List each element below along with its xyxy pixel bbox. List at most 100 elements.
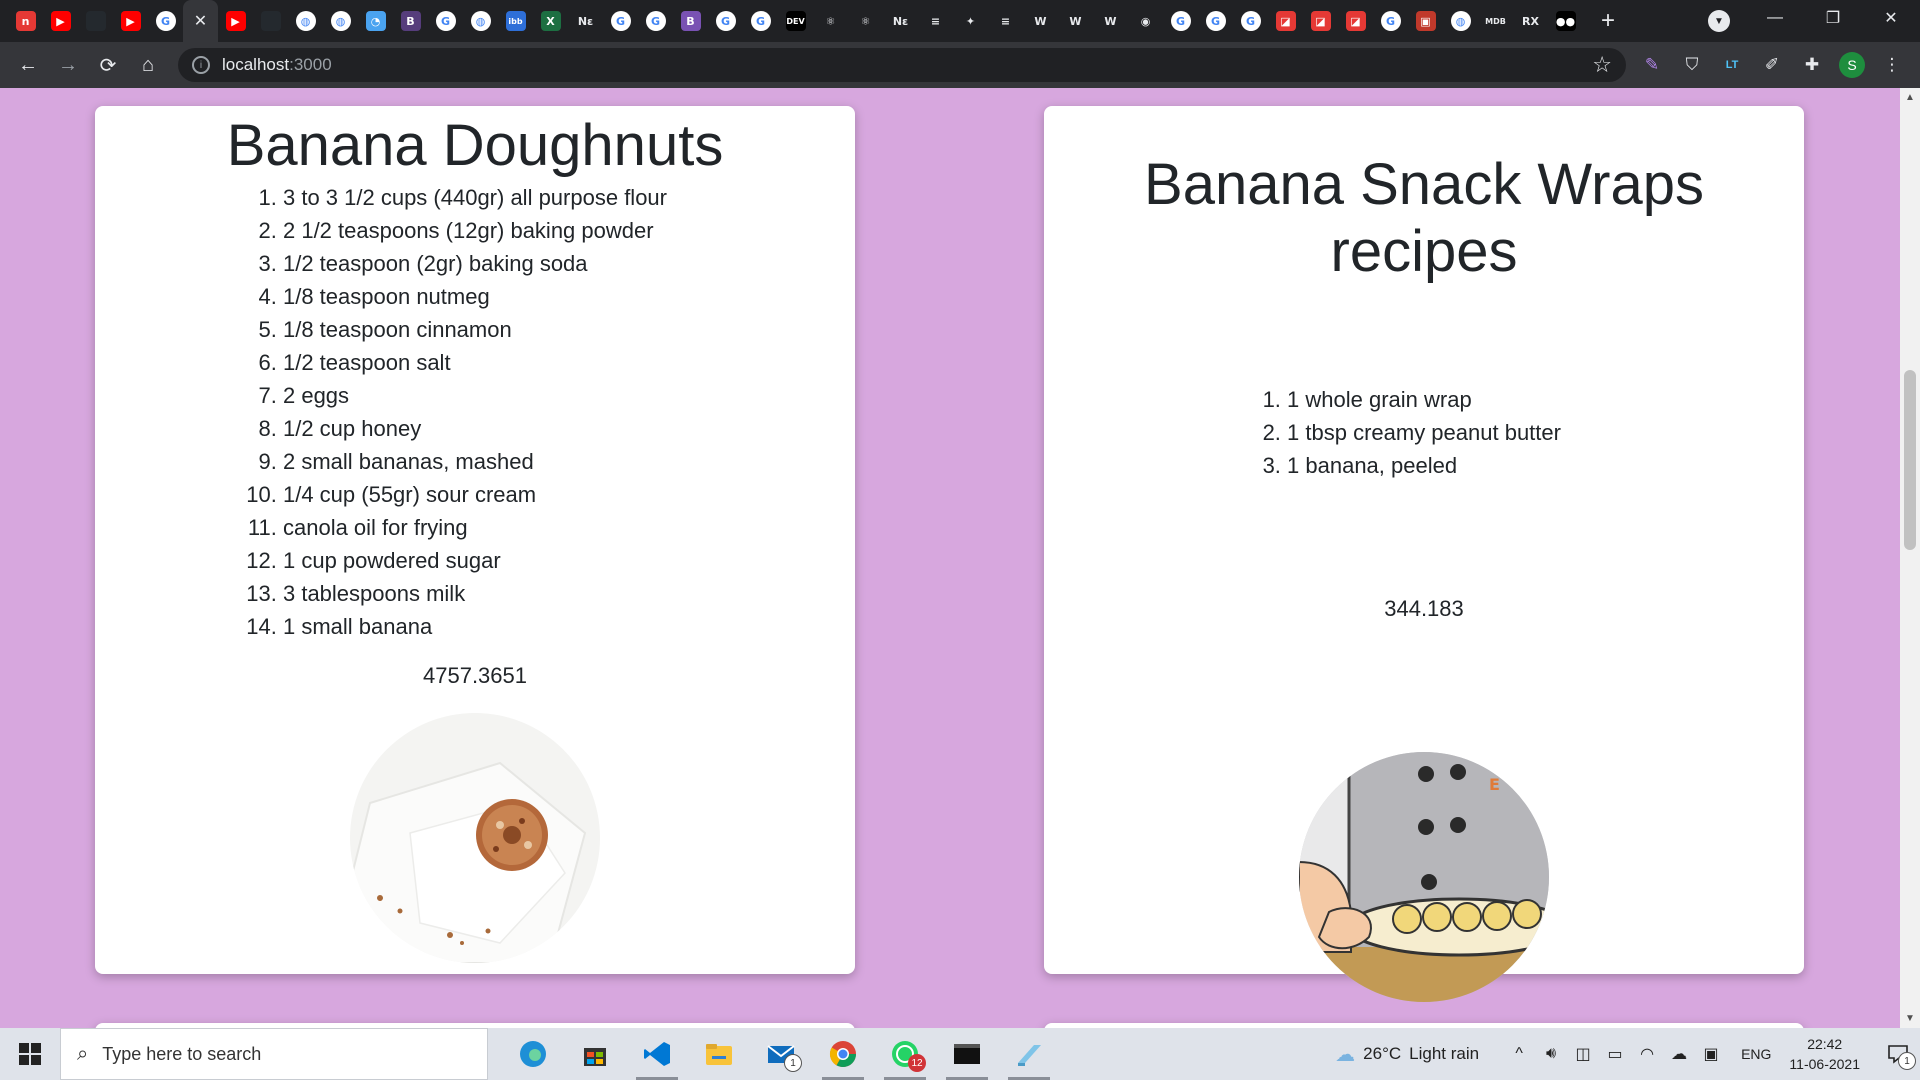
google-icon: G xyxy=(610,11,631,31)
reload-icon[interactable]: ⟳ xyxy=(88,45,128,85)
red-square-icon: ◪ xyxy=(1275,11,1296,31)
action-center-icon[interactable]: 1 xyxy=(1876,1028,1920,1080)
display-icon[interactable]: ▣ xyxy=(1695,1044,1727,1064)
browser-tab[interactable]: G xyxy=(603,0,638,42)
browser-tab[interactable]: ◍ xyxy=(288,0,323,42)
browser-tab[interactable]: ◔ xyxy=(358,0,393,42)
dev-icon: DEV xyxy=(785,11,806,31)
address-bar[interactable]: i localhost:3000 ☆ xyxy=(178,48,1626,82)
windows-start-button[interactable] xyxy=(0,1028,60,1080)
browser-tab[interactable]: X xyxy=(533,0,568,42)
browser-tab[interactable]: W xyxy=(1093,0,1128,42)
browser-tab[interactable]: ◍ xyxy=(463,0,498,42)
browser-tab[interactable]: ≡ xyxy=(918,0,953,42)
close-window-icon[interactable]: ✕ xyxy=(1862,0,1920,36)
scroll-up-arrow-icon[interactable]: ▲ xyxy=(1905,92,1915,103)
bookmark-star-icon[interactable]: ☆ xyxy=(1592,52,1612,78)
browser-tab[interactable]: ▶ xyxy=(218,0,253,42)
excel-icon: X xyxy=(540,11,561,31)
stackoverflow-icon: ≡ xyxy=(1000,14,1011,28)
taskbar-file-explorer-icon[interactable] xyxy=(688,1028,750,1080)
browser-tab[interactable]: ◪ xyxy=(1303,0,1338,42)
browser-tab[interactable]: ◪ xyxy=(1338,0,1373,42)
globe-icon: ◍ xyxy=(1450,11,1471,31)
browser-tab[interactable]: Nε xyxy=(568,0,603,42)
puzzle-extensions-icon[interactable]: ✚ xyxy=(1795,48,1829,82)
browser-tab[interactable]: ◉ xyxy=(1128,0,1163,42)
browser-tab[interactable]: ▶ xyxy=(43,0,78,42)
pen-extension-icon[interactable]: ✐ xyxy=(1755,48,1789,82)
browser-tab[interactable]: Nε xyxy=(883,0,918,42)
lt-extension-icon[interactable]: LT xyxy=(1715,48,1749,82)
taskbar-terminal-icon[interactable] xyxy=(936,1028,998,1080)
browser-tab[interactable]: G xyxy=(1373,0,1408,42)
restore-icon[interactable]: ❐ xyxy=(1804,0,1862,36)
browser-tab[interactable]: G xyxy=(638,0,673,42)
profile-avatar[interactable]: S xyxy=(1835,48,1869,82)
browser-tab[interactable]: ▶ xyxy=(113,0,148,42)
speaker-icon[interactable]: 🔊︎ xyxy=(1535,1045,1567,1063)
browser-tab[interactable]: n xyxy=(8,0,43,42)
menu-kebab-icon[interactable]: ⋮ xyxy=(1875,48,1909,82)
weather-widget[interactable]: ☁ 26°C Light rain xyxy=(1335,1042,1479,1067)
browser-tab[interactable]: G xyxy=(1233,0,1268,42)
scrollbar-thumb[interactable] xyxy=(1904,370,1916,550)
notification-count: 1 xyxy=(1898,1052,1916,1070)
browser-tab[interactable]: ⚛ xyxy=(813,0,848,42)
browser-tab[interactable]: ≡ xyxy=(988,0,1023,42)
browser-tab[interactable]: ibb xyxy=(498,0,533,42)
taskbar-whatsapp-icon[interactable]: 12 xyxy=(874,1028,936,1080)
input-language[interactable]: ENG xyxy=(1741,1046,1771,1062)
browser-tab[interactable]: ▣ xyxy=(1408,0,1443,42)
shield-extension-icon[interactable]: ⛉ xyxy=(1675,48,1709,82)
new-tab-button[interactable]: + xyxy=(1591,4,1625,38)
page-scrollbar[interactable]: ▲ ▼ xyxy=(1900,88,1920,1028)
taskbar-notepad-icon[interactable] xyxy=(998,1028,1060,1080)
tab-search-icon[interactable]: ▼ xyxy=(1708,10,1730,32)
browser-tab[interactable] xyxy=(253,0,288,42)
browser-tab[interactable]: ◍ xyxy=(1443,0,1478,42)
meet-now-icon[interactable]: ◫ xyxy=(1567,1044,1599,1064)
browser-tab[interactable]: DEV xyxy=(778,0,813,42)
browser-tab[interactable]: ⚛ xyxy=(848,0,883,42)
browser-tab[interactable]: ◍ xyxy=(323,0,358,42)
site-info-icon[interactable]: i xyxy=(192,56,210,74)
browser-tab[interactable]: ◪ xyxy=(1268,0,1303,42)
chevron-up-icon[interactable]: ^ xyxy=(1503,1045,1535,1063)
tab-close-icon[interactable]: ✕ xyxy=(194,11,207,31)
browser-tab[interactable]: G xyxy=(1163,0,1198,42)
taskbar-store-icon[interactable] xyxy=(564,1028,626,1080)
feather-extension-icon[interactable]: ✎ xyxy=(1635,48,1669,82)
wifi-icon[interactable]: ◠ xyxy=(1631,1044,1663,1064)
browser-tab[interactable]: G xyxy=(148,0,183,42)
taskbar-mail-icon[interactable]: 1 xyxy=(750,1028,812,1080)
browser-tab[interactable]: MDB xyxy=(1478,0,1513,42)
browser-tab[interactable]: W xyxy=(1023,0,1058,42)
browser-tab[interactable]: B xyxy=(393,0,428,42)
scroll-down-arrow-icon[interactable]: ▼ xyxy=(1905,1013,1915,1024)
taskbar-vscode-icon[interactable] xyxy=(626,1028,688,1080)
w-icon: W xyxy=(1034,14,1047,28)
browser-tab[interactable] xyxy=(78,0,113,42)
browser-tab[interactable]: RX xyxy=(1513,0,1548,42)
browser-tab[interactable]: G xyxy=(1198,0,1233,42)
taskbar-edge-icon[interactable] xyxy=(502,1028,564,1080)
browser-tab[interactable]: W xyxy=(1058,0,1093,42)
taskbar-search-box[interactable]: ⌕ Type here to search xyxy=(60,1028,488,1080)
browser-tab[interactable]: ✦ xyxy=(953,0,988,42)
home-icon[interactable]: ⌂ xyxy=(128,45,168,85)
browser-tab[interactable]: G xyxy=(428,0,463,42)
clock-date: 11-06-2021 xyxy=(1789,1056,1860,1072)
onedrive-cloud-icon[interactable]: ☁ xyxy=(1663,1044,1695,1064)
browser-tab[interactable]: ●● xyxy=(1548,0,1583,42)
minimize-icon[interactable]: — xyxy=(1746,0,1804,36)
browser-tab[interactable]: ✕ xyxy=(183,0,218,42)
browser-tab[interactable]: B xyxy=(673,0,708,42)
browser-tab[interactable]: G xyxy=(743,0,778,42)
forward-icon[interactable]: → xyxy=(48,45,88,85)
battery-icon[interactable]: ▭ xyxy=(1599,1044,1631,1064)
taskbar-chrome-icon[interactable] xyxy=(812,1028,874,1080)
browser-tab[interactable]: G xyxy=(708,0,743,42)
back-icon[interactable]: ← xyxy=(8,45,48,85)
taskbar-clock[interactable]: 22:42 11-06-2021 xyxy=(1789,1034,1860,1074)
